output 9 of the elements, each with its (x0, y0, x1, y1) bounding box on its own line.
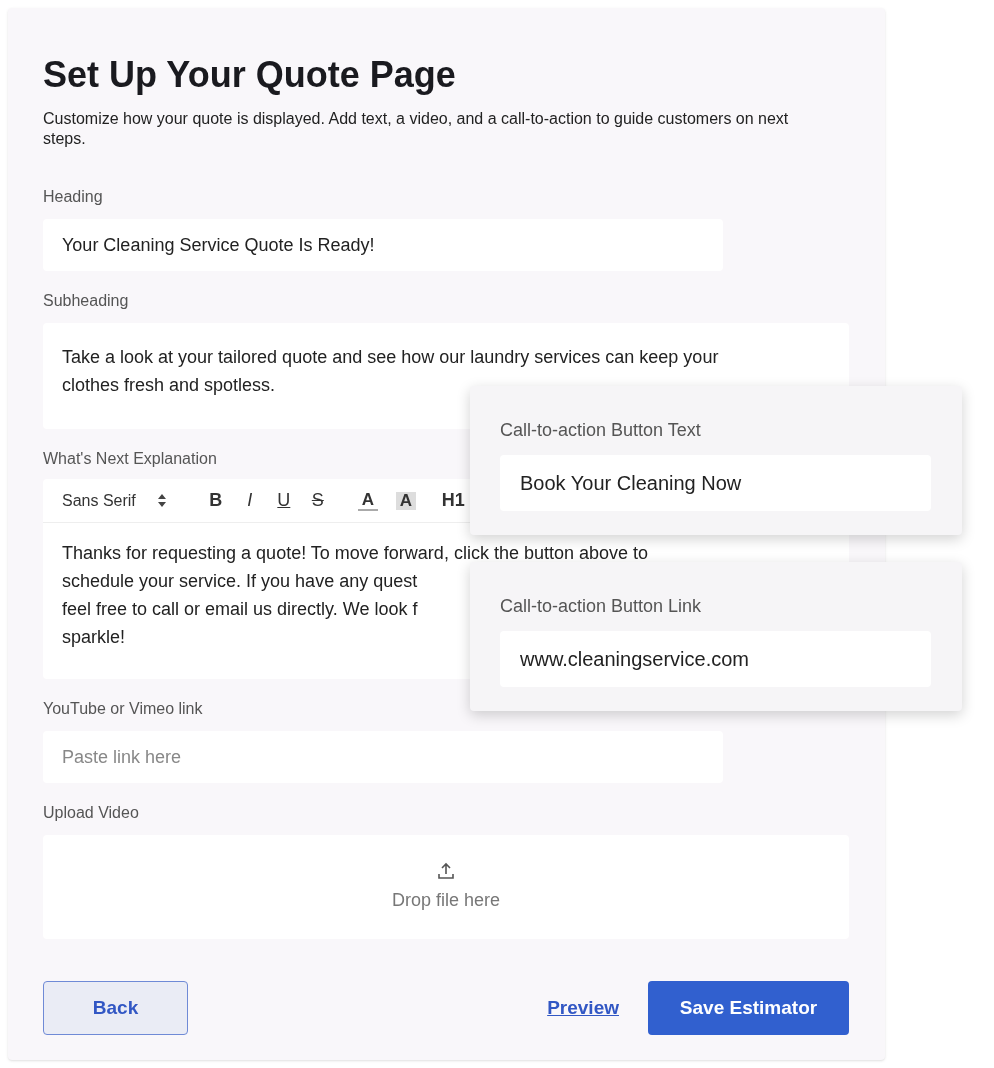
field-label: Heading (43, 187, 104, 207)
field-label: Subheading (43, 291, 130, 311)
field-label: Upload Video (43, 803, 140, 823)
page-title: Set Up Your Quote Page (43, 53, 457, 97)
dropzone-text: Drop file here (391, 888, 501, 912)
field-label: Call-to-action Button Link (500, 595, 703, 618)
field-label: YouTube or Vimeo link (43, 699, 204, 719)
page-description: Customize how your quote is displayed. Add text, a video, and a call-to-action to guide customers on next steps. (43, 109, 790, 149)
field-label: What's Next Explanation (43, 449, 217, 469)
